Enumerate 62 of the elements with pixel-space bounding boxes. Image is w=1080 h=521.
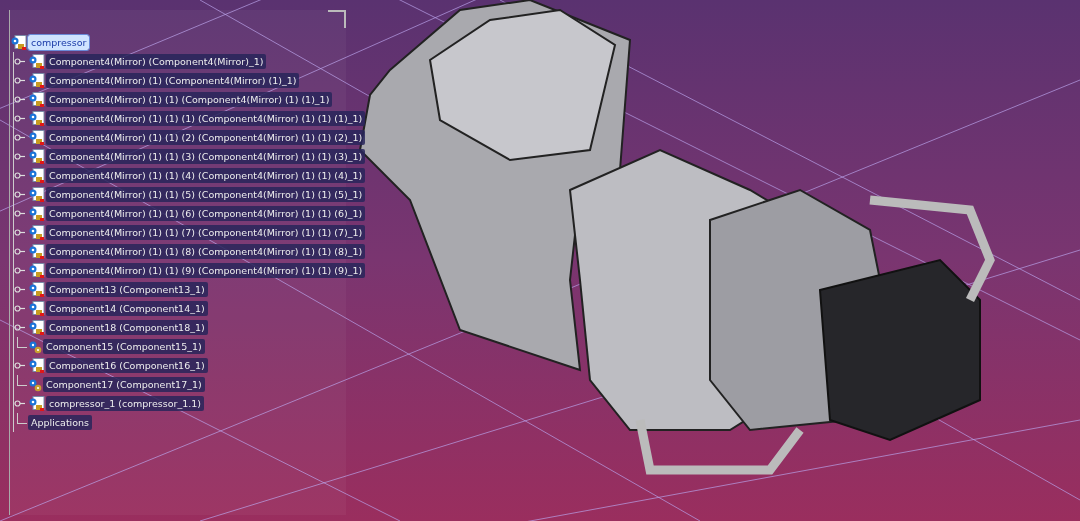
expand-icon[interactable] <box>14 305 26 312</box>
product-icon <box>28 357 45 374</box>
expand-icon[interactable] <box>14 191 26 198</box>
product-icon <box>28 300 45 317</box>
product-icon <box>28 91 45 108</box>
product-icon <box>10 34 27 51</box>
tree-item[interactable]: Component18 (Component18_1) <box>46 320 208 335</box>
tree-item[interactable]: Component4(Mirror) (1) (1) (6) (Component4(Mirror) (1) (1) (6)_1) <box>46 206 366 221</box>
expand-icon[interactable] <box>14 286 26 293</box>
tree-item[interactable]: Component4(Mirror) (Component4(Mirror)_1) <box>46 54 267 69</box>
product-icon <box>28 129 45 146</box>
expand-icon[interactable] <box>14 58 26 65</box>
expand-icon[interactable] <box>14 172 26 179</box>
tree-item[interactable]: Component14 (Component14_1) <box>46 301 208 316</box>
tree-item[interactable]: Component4(Mirror) (1) (1) (7) (Component4(Mirror) (1) (1) (7)_1) <box>46 225 366 240</box>
expand-icon[interactable] <box>14 134 26 141</box>
product-icon <box>28 281 45 298</box>
expand-icon[interactable] <box>14 153 26 160</box>
product-icon <box>28 395 45 412</box>
tree-item[interactable]: Applications <box>28 415 93 430</box>
tree-item[interactable]: Component17 (Component17_1) <box>43 377 205 392</box>
tree-item[interactable]: Component4(Mirror) (1) (1) (1) (Component4(Mirror) (1) (1) (1)_1) <box>46 111 366 126</box>
product-icon <box>28 186 45 203</box>
product-icon <box>28 262 45 279</box>
expand-icon[interactable] <box>14 324 26 331</box>
expand-icon[interactable] <box>14 267 26 274</box>
tree-item[interactable]: compressor_1 (compressor_1.1) <box>46 396 205 411</box>
expand-icon[interactable] <box>14 77 26 84</box>
tree-connector <box>17 337 27 348</box>
tree-item[interactable]: Component4(Mirror) (1) (1) (9) (Component4(Mirror) (1) (1) (9)_1) <box>46 263 366 278</box>
product-icon <box>28 243 45 260</box>
tree-connector <box>17 375 27 386</box>
product-icon <box>28 110 45 127</box>
product-icon <box>28 148 45 165</box>
tree-item[interactable]: Component13 (Component13_1) <box>46 282 208 297</box>
gear-pair-icon <box>28 377 42 392</box>
tree-item[interactable]: compressor <box>28 35 90 50</box>
product-icon <box>28 205 45 222</box>
expand-icon[interactable] <box>14 248 26 255</box>
tree-item[interactable]: Component4(Mirror) (1) (Component4(Mirror) (1)_1) <box>46 73 300 88</box>
product-icon <box>28 319 45 336</box>
product-icon <box>28 224 45 241</box>
expand-icon[interactable] <box>14 229 26 236</box>
tree-item[interactable]: Component15 (Component15_1) <box>43 339 205 354</box>
tree-item[interactable]: Component4(Mirror) (1) (1) (8) (Component4(Mirror) (1) (1) (8)_1) <box>46 244 366 259</box>
gear-pair-icon <box>28 339 42 354</box>
tree-item[interactable]: Component4(Mirror) (1) (1) (2) (Component4(Mirror) (1) (1) (2)_1) <box>46 130 366 145</box>
corner-mark <box>328 10 346 28</box>
expand-icon[interactable] <box>14 96 26 103</box>
expand-icon[interactable] <box>14 362 26 369</box>
expand-icon[interactable] <box>14 400 26 407</box>
expand-icon[interactable] <box>14 210 26 217</box>
tree-item[interactable]: Component16 (Component16_1) <box>46 358 208 373</box>
expand-icon[interactable] <box>14 115 26 122</box>
tree-connector <box>17 413 27 424</box>
tree-item[interactable]: Component4(Mirror) (1) (1) (4) (Component4(Mirror) (1) (1) (4)_1) <box>46 168 366 183</box>
product-icon <box>28 167 45 184</box>
tree-item[interactable]: Component4(Mirror) (1) (1) (3) (Component4(Mirror) (1) (1) (3)_1) <box>46 149 366 164</box>
product-icon <box>28 72 45 89</box>
tree-item[interactable]: Component4(Mirror) (1) (1) (5) (Component4(Mirror) (1) (1) (5)_1) <box>46 187 366 202</box>
product-icon <box>28 53 45 70</box>
tree-item[interactable]: Component4(Mirror) (1) (1) (Component4(Mirror) (1) (1)_1) <box>46 92 333 107</box>
